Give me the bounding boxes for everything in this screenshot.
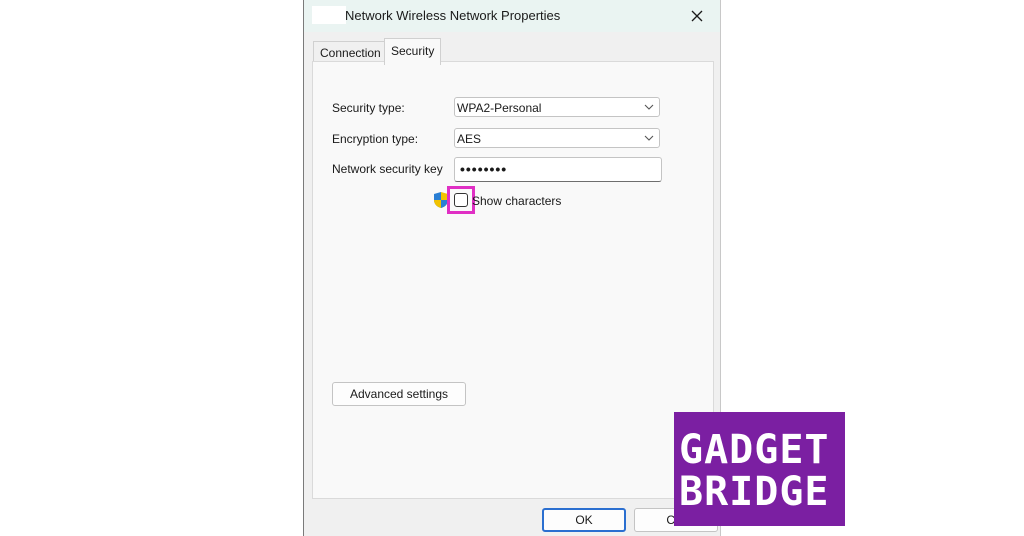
encryption-type-value: AES bbox=[457, 132, 482, 146]
security-panel: Security type: WPA2-Personal Encryption … bbox=[312, 61, 714, 499]
title-bar: Network Wireless Network Properties bbox=[304, 0, 720, 32]
chevron-down-icon bbox=[644, 135, 654, 141]
chevron-down-icon bbox=[644, 104, 654, 110]
security-type-value: WPA2-Personal bbox=[457, 101, 542, 115]
close-button[interactable] bbox=[674, 0, 720, 32]
security-type-label: Security type: bbox=[332, 101, 405, 115]
security-type-select[interactable]: WPA2-Personal bbox=[454, 97, 660, 117]
encryption-type-label: Encryption type: bbox=[332, 132, 419, 146]
window-icon bbox=[312, 6, 346, 24]
logo-line-2: BRIDGE bbox=[679, 469, 830, 515]
network-properties-dialog: Network Wireless Network Properties Conn… bbox=[303, 0, 721, 536]
tab-bar: Connection Security bbox=[304, 32, 720, 65]
network-key-label: Network security key bbox=[332, 162, 443, 176]
close-icon bbox=[691, 10, 703, 22]
encryption-type-select[interactable]: AES bbox=[454, 128, 660, 148]
window-title: Network Wireless Network Properties bbox=[345, 8, 561, 23]
advanced-settings-button[interactable]: Advanced settings bbox=[332, 382, 466, 406]
show-characters-label[interactable]: Show characters bbox=[472, 194, 561, 208]
tab-security[interactable]: Security bbox=[384, 38, 442, 65]
network-key-input[interactable]: •••••••• bbox=[454, 157, 662, 182]
ok-button[interactable]: OK bbox=[542, 508, 626, 532]
gadget-bridge-logo: GADGET BRIDGE bbox=[674, 412, 845, 526]
checkbox-highlight-box bbox=[447, 186, 475, 214]
network-key-value: •••••••• bbox=[460, 161, 508, 177]
logo-line-1: GADGET bbox=[679, 427, 830, 473]
